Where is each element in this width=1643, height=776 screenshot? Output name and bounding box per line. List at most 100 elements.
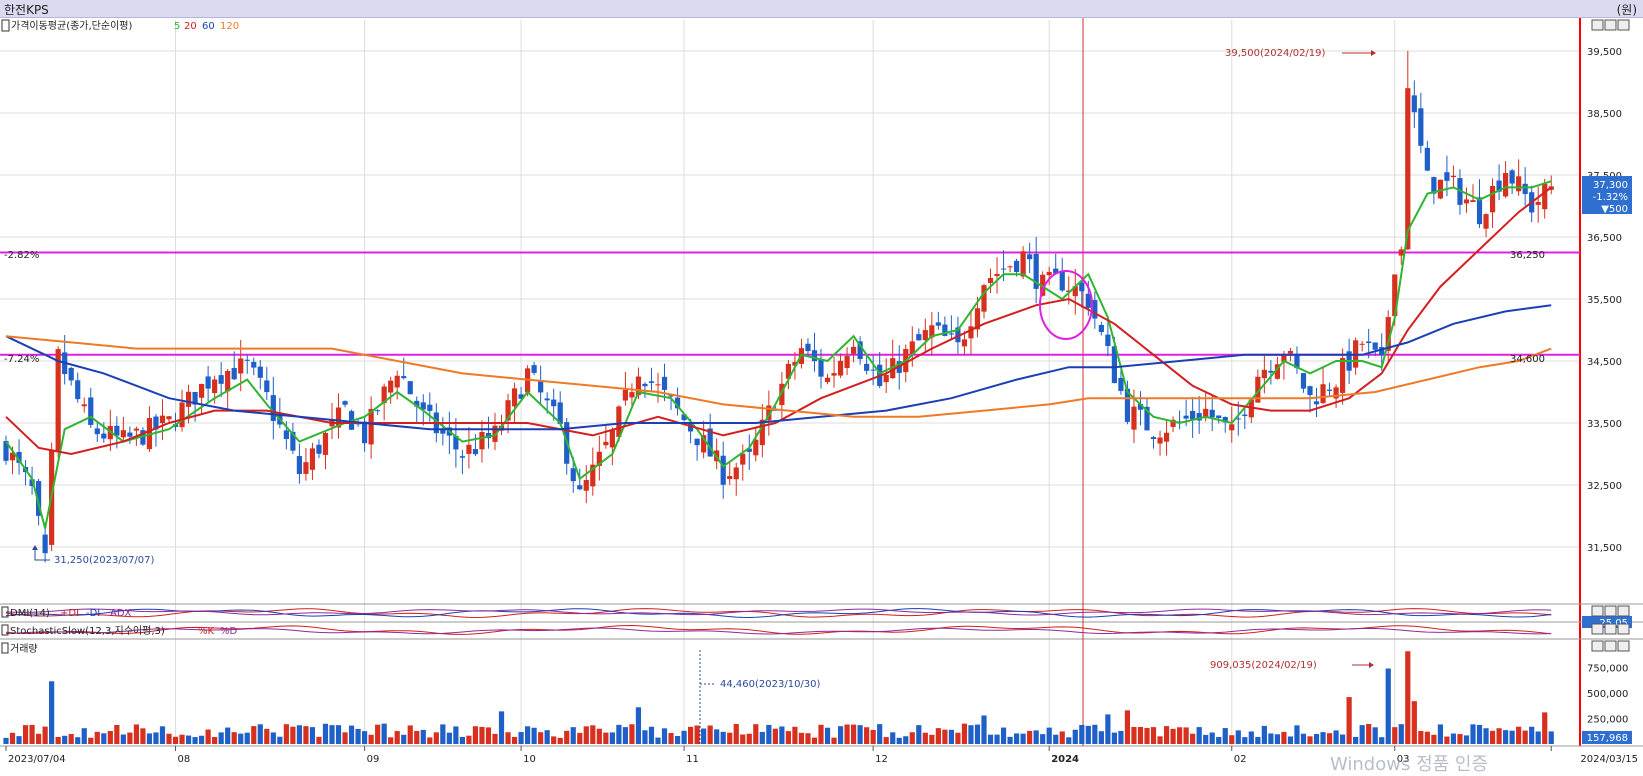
volume-panel-buttons[interactable] (1591, 640, 1630, 652)
current-price-box: 37,300 -1.32% ▼500 (1582, 176, 1632, 215)
candle-body (394, 375, 400, 388)
volume-bar (1131, 726, 1137, 744)
volume-bar (1398, 724, 1404, 744)
volume-bar (1177, 727, 1183, 744)
volume-bar (1411, 701, 1417, 744)
volume-bar (1470, 724, 1476, 744)
volume-bar (427, 737, 433, 744)
y-tick-label: 33,500 (1587, 419, 1622, 430)
candle-body (1014, 260, 1020, 273)
volume-bar (681, 730, 687, 744)
volume-bar (1542, 712, 1548, 744)
dmi-legend-adx: ADX (110, 608, 132, 619)
volume-bar (394, 731, 400, 744)
volume-bar (238, 733, 244, 744)
candle-body (916, 334, 922, 341)
candle-body (303, 462, 309, 474)
candle-body (159, 415, 166, 424)
candle-body (883, 374, 889, 383)
volume-bar (714, 729, 720, 744)
volume-bar (420, 729, 426, 744)
volume-bar (375, 724, 381, 744)
volume-bar (1385, 668, 1391, 744)
volume-bar (316, 736, 322, 744)
candle-body (407, 381, 413, 395)
volume-bar (322, 723, 329, 744)
candle-body (994, 273, 1000, 277)
candle-body (740, 453, 746, 465)
candle-body (1118, 377, 1124, 391)
candle-body (1059, 271, 1065, 291)
candle-body (629, 392, 635, 398)
stock-chart[interactable]: 2023/07/04 08 09 10 11 12 2024 02 03 2024/03/1539… (0, 0, 1643, 770)
volume-bar (1190, 733, 1196, 744)
candle-body (1522, 183, 1528, 195)
volume-tick-label: 500,000 (1587, 689, 1628, 700)
y-tick-label: 32,500 (1587, 481, 1622, 492)
candle-body (1000, 268, 1007, 270)
candle-body (1098, 324, 1104, 333)
candle-body (531, 365, 537, 373)
volume-bar (1118, 730, 1124, 744)
candle-body (935, 322, 941, 326)
volume-bar (544, 730, 550, 744)
volume-bar (303, 726, 309, 744)
candle-body (1268, 370, 1274, 373)
stoch-panel-buttons[interactable] (1591, 623, 1630, 635)
volume-bar (342, 732, 348, 744)
volume-bar (831, 737, 837, 744)
candle-body (511, 388, 518, 407)
x-tick-label: 09 (367, 754, 380, 765)
volume-bar (1359, 725, 1365, 744)
volume-bar (1209, 732, 1215, 744)
volume-bar (720, 731, 726, 744)
candle-body (55, 349, 61, 453)
vol-low-label: 44,460(2023/10/30) (720, 679, 821, 690)
volume-bar (140, 728, 146, 744)
volume-bar (792, 726, 798, 744)
volume-bar (1046, 727, 1052, 744)
volume-bar (538, 732, 544, 744)
volume-bar (1235, 730, 1241, 744)
volume-bar (759, 731, 765, 744)
candle-body (309, 448, 316, 470)
volume-bar (1340, 734, 1346, 744)
dmi-legend-pdi: +DI (60, 608, 79, 619)
low-label: 31,250(2023/07/07) (54, 555, 155, 566)
candle-body (81, 404, 87, 407)
volume-bar (283, 724, 289, 744)
volume-bar (1548, 731, 1554, 744)
candle-body (583, 480, 589, 491)
volume-bar (1268, 733, 1274, 744)
candle-body (218, 375, 224, 384)
volume-bar (133, 724, 139, 744)
candle-body (1079, 282, 1085, 292)
candle-body (257, 366, 263, 378)
volume-bar (1053, 734, 1059, 744)
x-tick-label: 2024 (1051, 754, 1079, 765)
volume-bar (166, 733, 172, 744)
current-change: ▼500 (1601, 204, 1628, 215)
volume-bar (1255, 736, 1261, 744)
volume-bar (1307, 736, 1313, 744)
volume-bar (785, 731, 791, 744)
volume-bar (511, 736, 518, 744)
candle-body (472, 449, 479, 455)
volume-bar (401, 734, 407, 744)
candle-body (551, 399, 557, 407)
x-tick-label: 08 (178, 754, 191, 765)
candle-body (1463, 199, 1470, 204)
candle-body (1287, 350, 1294, 354)
volume-bar (296, 725, 302, 744)
volume-bar (942, 729, 948, 744)
volume-tick-label: 750,000 (1587, 664, 1628, 675)
main-panel-buttons[interactable] (1591, 19, 1630, 31)
volume-bar (36, 733, 42, 744)
volume-bar (733, 723, 739, 744)
candle-body (961, 339, 968, 347)
dmi-panel-buttons[interactable] (1591, 605, 1630, 617)
candle-body (642, 383, 648, 387)
volume-bar (1392, 727, 1398, 744)
candle-body (1229, 424, 1235, 431)
volume-bar (1111, 732, 1117, 744)
